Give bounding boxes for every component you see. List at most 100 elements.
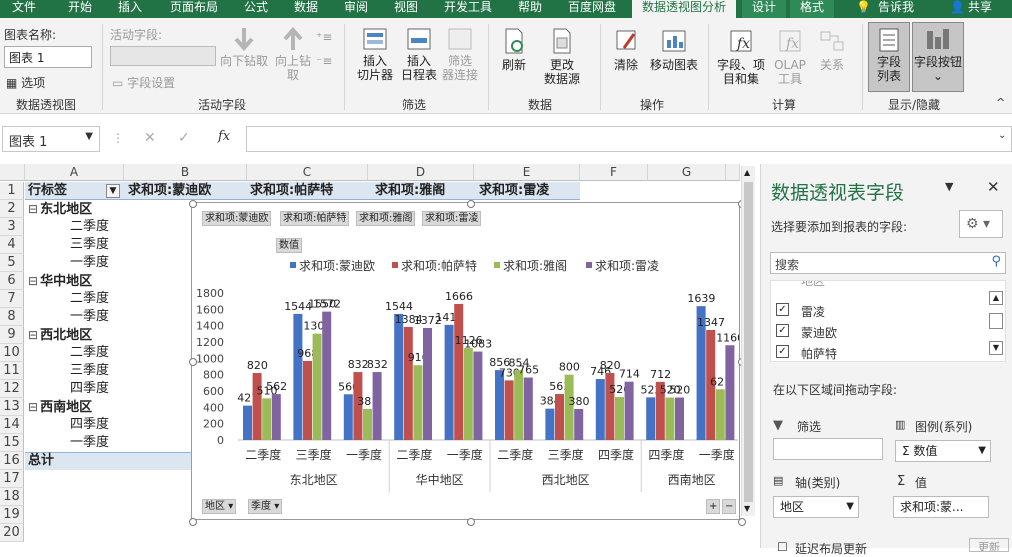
row-header-1[interactable]: 1 <box>0 182 24 200</box>
chart-resize-handle[interactable] <box>738 518 746 526</box>
row-header-6[interactable]: 6 <box>0 272 24 290</box>
relationships-button[interactable]: 关系 <box>812 26 852 72</box>
axis-field-button-quarter[interactable]: 季度 ▾ <box>248 499 283 514</box>
collapse-field-icon[interactable]: ⁻≡ <box>316 54 332 68</box>
defer-update-checkbox[interactable]: ☐ <box>777 540 788 554</box>
collapse-field-icon[interactable]: − <box>722 499 736 514</box>
chart-name-input[interactable]: 图表 1 <box>4 46 92 68</box>
tab-home[interactable]: 开始 <box>68 0 92 18</box>
drill-up-button[interactable]: 向上钻取 <box>270 26 316 82</box>
change-data-source-button[interactable]: 更改 数据源 <box>536 26 588 86</box>
scroll-down-icon[interactable]: ▼ <box>989 341 1003 355</box>
row-header-13[interactable]: 13 <box>0 398 24 416</box>
chevron-down-icon[interactable]: ▼ <box>945 180 953 193</box>
row-header-14[interactable]: 14 <box>0 416 24 434</box>
filter-connections-button[interactable]: 筛选 器连接 <box>440 26 480 82</box>
field-list-toggle[interactable]: 字段 列表 <box>868 22 910 92</box>
field-button-passat[interactable]: 求和项:帕萨特 <box>280 211 350 226</box>
axis-field-button-area[interactable]: 地区 ▾ <box>202 499 237 514</box>
tab-formulas[interactable]: 公式 <box>244 0 268 18</box>
row-header-8[interactable]: 8 <box>0 308 24 326</box>
name-box[interactable]: 图表 1 ▼ <box>2 126 100 152</box>
pivot-group-label[interactable]: ⊟ 西南地区 <box>28 398 92 416</box>
pivot-item-label[interactable]: 一季度 <box>70 254 109 272</box>
collapse-icon[interactable]: ⊟ <box>28 202 38 216</box>
olap-tools-button[interactable]: fx OLAP 工具 <box>770 26 810 86</box>
row-header-7[interactable]: 7 <box>0 290 24 308</box>
row-header-10[interactable]: 10 <box>0 344 24 362</box>
row-header-4[interactable]: 4 <box>0 236 24 254</box>
collapse-icon[interactable]: ⊟ <box>28 400 38 414</box>
pivot-group-label[interactable]: ⊟ 华中地区 <box>28 272 92 290</box>
row-header-15[interactable]: 15 <box>0 434 24 452</box>
options-button[interactable]: ▦ 选项 <box>6 74 45 91</box>
refresh-button[interactable]: 刷新 <box>494 26 534 72</box>
tab-developer[interactable]: 开发工具 <box>444 0 492 18</box>
field-settings-button[interactable]: ▭ 字段设置 <box>112 74 175 91</box>
field-checkbox-mondeo[interactable]: ✓ <box>776 324 789 337</box>
insert-slicer-button[interactable]: 插入 切片器 <box>352 26 398 82</box>
values-field-button[interactable]: 数值 <box>276 238 302 253</box>
row-header-20[interactable]: 20 <box>0 524 24 542</box>
field-checkbox-levin[interactable]: ✓ <box>776 303 789 316</box>
tab-format[interactable]: 格式 <box>790 0 835 18</box>
field-buttons-toggle[interactable]: 字段按钮 ⌄ <box>912 22 964 92</box>
col-header-h[interactable] <box>726 164 740 181</box>
collapse-icon[interactable]: ⊟ <box>28 274 38 288</box>
tab-page-layout[interactable]: 页面布局 <box>170 0 218 18</box>
values-sum-chip[interactable]: 求和项:蒙... <box>893 496 989 518</box>
scroll-thumb[interactable] <box>744 182 753 502</box>
drill-down-button[interactable]: 向下钻取 <box>220 26 268 68</box>
chart-resize-handle[interactable] <box>189 518 197 526</box>
scroll-up-icon[interactable]: ▲ <box>989 291 1003 305</box>
fields-items-sets-button[interactable]: fx 字段、项 目和集 <box>714 26 768 86</box>
tab-baidu-netdisk[interactable]: 百度网盘 <box>568 0 616 18</box>
pivot-item-label[interactable]: 三季度 <box>70 362 109 380</box>
expand-field-icon[interactable]: + <box>706 499 720 514</box>
pivot-item-label[interactable]: 四季度 <box>70 416 109 434</box>
scroll-up-icon[interactable]: ▲ <box>744 168 750 177</box>
pivot-item-label[interactable]: 一季度 <box>70 434 109 452</box>
formula-input[interactable] <box>246 126 1012 152</box>
expand-field-icon[interactable]: ⁺≡ <box>316 30 332 44</box>
insert-function-icon[interactable]: fx <box>218 129 230 144</box>
row-header-2[interactable]: 2 <box>0 200 24 218</box>
chart-resize-handle[interactable] <box>467 200 475 208</box>
expand-formula-icon[interactable]: ⌄ <box>998 130 1006 141</box>
field-button-accord[interactable]: 求和项:雅阁 <box>356 211 416 226</box>
tab-data[interactable]: 数据 <box>294 0 318 18</box>
pivot-item-label[interactable]: 四季度 <box>70 380 109 398</box>
col-header-f[interactable]: F <box>580 164 648 181</box>
field-search-input[interactable]: 搜索 ⚲ <box>770 252 1006 274</box>
move-chart-button[interactable]: 移动图表 <box>646 26 702 72</box>
pivot-chart[interactable]: 求和项:蒙迪欧 求和项:帕萨特 求和项:雅阁 求和项:雷凌 0 200 400 600 800 1… <box>191 202 740 520</box>
pivot-group-label[interactable]: ⊟ 西北地区 <box>28 326 92 344</box>
tab-design[interactable]: 设计 <box>742 0 787 18</box>
enter-icon[interactable]: ✓ <box>178 130 190 146</box>
insert-timeline-button[interactable]: 插入 日程表 <box>396 26 442 82</box>
field-button-levin[interactable]: 求和项:雷凌 <box>422 211 482 226</box>
tell-me-search[interactable]: 告诉我 <box>878 0 914 18</box>
filters-drop-zone[interactable] <box>773 438 883 460</box>
collapse-icon[interactable]: ⊟ <box>28 328 38 342</box>
pivot-item-label[interactable]: 二季度 <box>70 290 109 308</box>
pivot-item-label[interactable]: 一季度 <box>70 308 109 326</box>
chart-resize-handle[interactable] <box>189 358 197 366</box>
row-labels-filter-dropdown[interactable]: ▼ <box>106 184 120 198</box>
field-list-scroll-thumb[interactable] <box>989 313 1003 329</box>
close-icon[interactable]: ✕ <box>987 178 1000 196</box>
pivot-item-label[interactable]: 二季度 <box>70 218 109 236</box>
vertical-scrollbar[interactable]: ▲ ▼ <box>741 166 755 516</box>
legend-values-chip[interactable]: Σ 数值 ▼ <box>895 440 991 462</box>
update-button[interactable]: 更新 <box>969 538 1009 552</box>
pivot-item-label[interactable]: 二季度 <box>70 344 109 362</box>
row-header-3[interactable]: 3 <box>0 218 24 236</box>
field-item-region[interactable]: 地区 <box>801 281 825 289</box>
field-checkbox-passat[interactable]: ✓ <box>776 345 789 358</box>
row-header-11[interactable]: 11 <box>0 362 24 380</box>
share-button[interactable]: 共享 <box>968 0 992 18</box>
tab-insert[interactable]: 插入 <box>118 0 142 18</box>
gear-icon[interactable]: ⚙ ▾ <box>959 210 1003 238</box>
tab-file[interactable]: 文件 <box>12 0 36 18</box>
tab-view[interactable]: 视图 <box>394 0 418 18</box>
